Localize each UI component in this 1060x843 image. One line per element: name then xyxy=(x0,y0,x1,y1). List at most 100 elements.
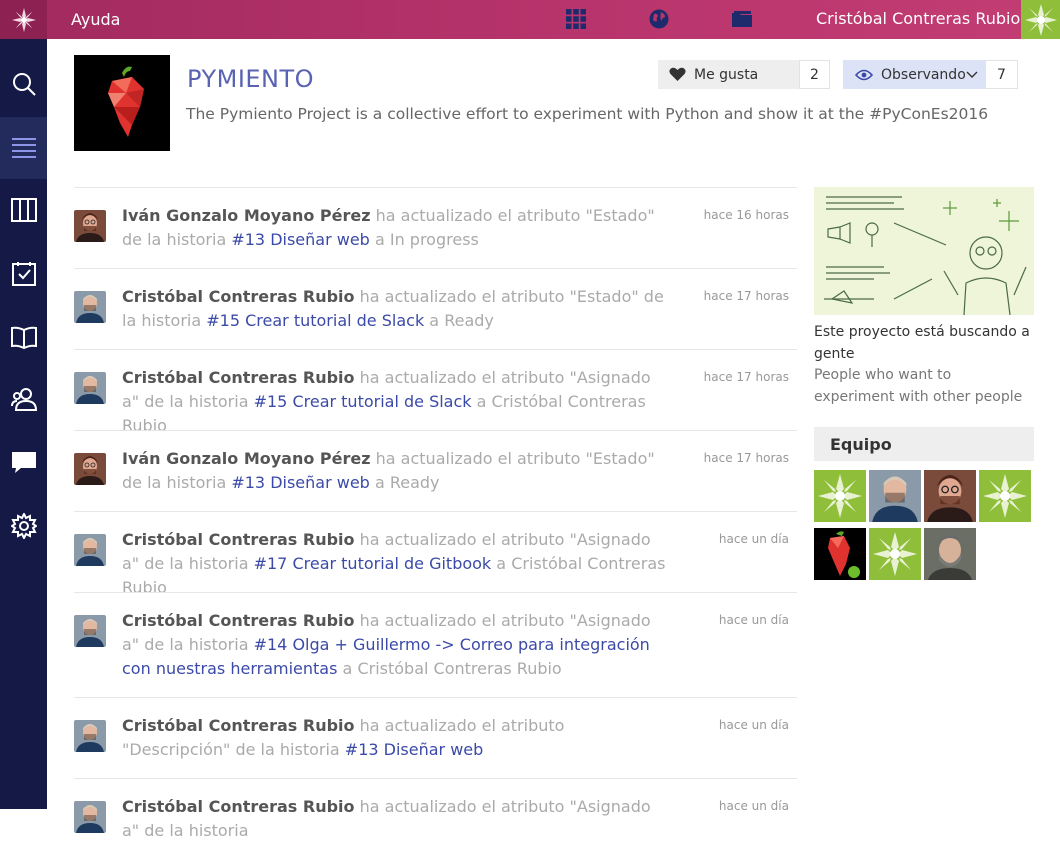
timeline-new-value: Ready xyxy=(389,473,440,492)
story-link[interactable]: #15 Crear tutorial de Slack xyxy=(254,392,472,411)
timeline-object-type: historia xyxy=(279,740,340,759)
timeline-entry: Iván Gonzalo Moyano Pérez ha actualizado… xyxy=(74,187,797,268)
like-label: Me gusta xyxy=(694,66,759,83)
timeline-user-link[interactable]: Iván Gonzalo Moyano Pérez xyxy=(122,206,371,225)
promo-subtitle: People who want to experiment with other… xyxy=(814,367,1023,405)
timeline-user-link[interactable]: Cristóbal Contreras Rubio xyxy=(122,611,355,630)
timeline-entry: Cristóbal Contreras Rubio ha actualizado… xyxy=(74,268,797,349)
sidebar-item-kanban[interactable] xyxy=(0,179,47,241)
looking-for-people-illustration xyxy=(814,187,1034,316)
like-button[interactable]: Me gusta xyxy=(658,60,799,89)
timeline-object-type: historia xyxy=(141,311,202,330)
timeline-to-prefix: a xyxy=(496,554,507,573)
eye-icon xyxy=(855,69,873,80)
user-avatar[interactable] xyxy=(74,615,106,647)
chat-icon xyxy=(11,452,36,473)
timeline-to-prefix: a xyxy=(429,311,440,330)
timeline-object-type: historia xyxy=(188,392,249,411)
sidebar xyxy=(0,39,47,809)
team-member-avatar[interactable] xyxy=(814,470,866,522)
watch-button[interactable]: Observando xyxy=(843,60,985,89)
team-member-avatar[interactable] xyxy=(924,528,976,580)
timeline-timestamp: hace un día xyxy=(718,532,789,546)
timeline-entry-text: Iván Gonzalo Moyano Pérez ha actualizado… xyxy=(122,447,667,495)
timeline-entry-text: Cristóbal Contreras Rubio ha actualizado… xyxy=(122,285,667,333)
project-description: The Pymiento Project is a collective eff… xyxy=(186,105,989,123)
globe-icon[interactable] xyxy=(648,8,670,30)
timeline-timestamp: hace un día xyxy=(718,613,789,627)
timeline-to-prefix: a xyxy=(374,473,385,492)
timeline-object-type: historia xyxy=(188,821,249,840)
user-name[interactable]: Cristóbal Contreras Rubio xyxy=(816,9,1020,28)
sidebar-item-issues[interactable] xyxy=(0,243,47,305)
timeline-new-value: Cristóbal Contreras Rubio xyxy=(357,659,562,678)
project-title[interactable]: PYMIENTO xyxy=(187,65,314,93)
timeline-entry: Cristóbal Contreras Rubio ha actualizado… xyxy=(74,697,797,778)
timeline-timestamp: hace 17 horas xyxy=(703,289,789,303)
timeline-user-link[interactable]: Cristóbal Contreras Rubio xyxy=(122,287,355,306)
team-member-avatar[interactable] xyxy=(869,528,921,580)
timeline-entry-text: Cristóbal Contreras Rubio ha actualizado… xyxy=(122,366,667,438)
sidebar-item-timeline[interactable] xyxy=(0,117,47,179)
timeline-user-link[interactable]: Iván Gonzalo Moyano Pérez xyxy=(122,449,371,468)
sidebar-item-search[interactable] xyxy=(0,53,47,115)
user-avatar[interactable] xyxy=(74,210,106,242)
grid-apps-icon[interactable] xyxy=(565,8,587,30)
sidebar-item-wiki[interactable] xyxy=(0,306,47,368)
user-avatar[interactable] xyxy=(74,291,106,323)
user-avatar[interactable] xyxy=(74,801,106,833)
story-link[interactable]: #15 Crear tutorial de Slack xyxy=(206,311,424,330)
timeline-entry: Cristóbal Contreras Rubio ha actualizado… xyxy=(74,592,797,697)
timeline-to-prefix: a xyxy=(476,392,487,411)
story-link[interactable]: #13 Diseñar web xyxy=(345,740,484,759)
timeline-user-link[interactable]: Cristóbal Contreras Rubio xyxy=(122,797,355,816)
user-avatar[interactable] xyxy=(74,534,106,566)
team-member-avatar[interactable] xyxy=(869,470,921,522)
timeline-entry-text: Cristóbal Contreras Rubio ha actualizado… xyxy=(122,714,667,762)
timeline-new-value: Ready xyxy=(444,311,494,330)
timeline-object-type: historia xyxy=(188,635,249,654)
timeline-timestamp: hace 17 horas xyxy=(703,370,789,384)
watch-count: 7 xyxy=(985,60,1018,89)
timeline-timestamp: hace 16 horas xyxy=(703,208,789,222)
story-link[interactable]: #13 Diseñar web xyxy=(231,473,370,492)
help-link[interactable]: Ayuda xyxy=(71,10,120,29)
search-icon xyxy=(12,73,36,96)
watch-label: Observando xyxy=(881,66,966,83)
list-icon xyxy=(11,138,36,158)
checklist-icon xyxy=(11,262,36,286)
timeline-entry-text: Cristóbal Contreras Rubio ha actualizado… xyxy=(122,528,667,600)
team-member-avatar[interactable] xyxy=(924,470,976,522)
timeline-timestamp: hace un día xyxy=(718,799,789,813)
user-avatar[interactable] xyxy=(74,720,106,752)
timeline-timestamp: hace un día xyxy=(718,718,789,732)
project-logo xyxy=(74,55,170,151)
timeline-object-type: historia xyxy=(188,554,249,573)
chevron-down-icon xyxy=(966,71,978,78)
team-heading: Equipo xyxy=(814,427,1034,461)
promo-title: Este proyecto está buscando a gente xyxy=(814,324,1030,362)
taiga-logo-icon[interactable] xyxy=(0,0,47,39)
team-member-avatar[interactable] xyxy=(814,528,866,580)
top-bar: Ayuda Cristóbal Contreras Rubio xyxy=(0,0,1060,39)
gear-icon xyxy=(10,513,37,539)
timeline-user-link[interactable]: Cristóbal Contreras Rubio xyxy=(122,530,355,549)
sidebar-item-team[interactable] xyxy=(0,368,47,430)
timeline-object-type: historia xyxy=(166,473,227,492)
sidebar-item-settings[interactable] xyxy=(0,495,47,557)
timeline-entry: Cristóbal Contreras Rubio ha actualizado… xyxy=(74,511,797,597)
story-link[interactable]: #13 Diseñar web xyxy=(231,230,370,249)
timeline-timestamp: hace 17 horas xyxy=(703,451,789,465)
timeline-user-link[interactable]: Cristóbal Contreras Rubio xyxy=(122,716,355,735)
timeline-new-value: In progress xyxy=(389,230,479,249)
story-link[interactable]: #17 Crear tutorial de Gitbook xyxy=(254,554,492,573)
user-avatar[interactable] xyxy=(74,372,106,404)
timeline-entry-text: Iván Gonzalo Moyano Pérez ha actualizado… xyxy=(122,204,667,252)
team-member-avatar[interactable] xyxy=(979,470,1031,522)
user-avatar[interactable] xyxy=(1021,0,1060,39)
sidebar-item-chat[interactable] xyxy=(0,431,47,493)
folder-icon[interactable] xyxy=(731,8,753,30)
timeline-user-link[interactable]: Cristóbal Contreras Rubio xyxy=(122,368,355,387)
timeline-object-type: historia xyxy=(166,230,227,249)
user-avatar[interactable] xyxy=(74,453,106,485)
